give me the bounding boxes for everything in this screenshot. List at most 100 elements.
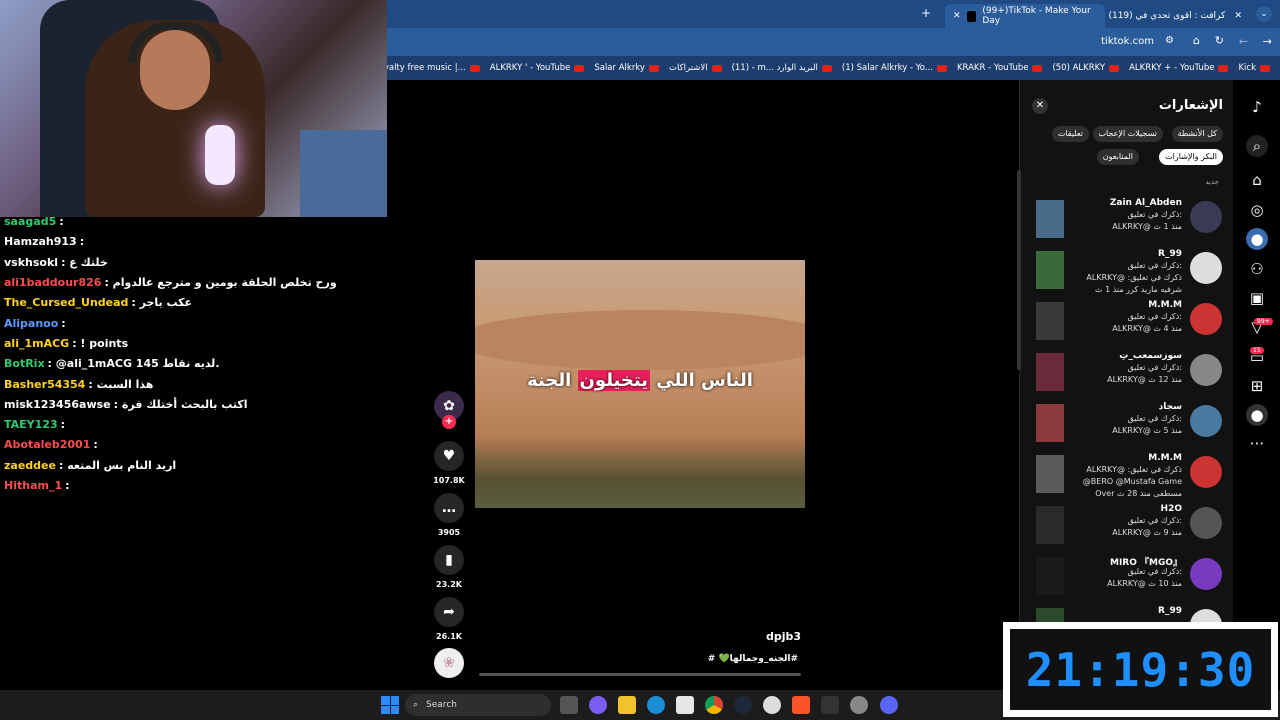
chat-username[interactable]: vskhsokl	[4, 253, 58, 273]
user-avatar[interactable]	[1190, 303, 1222, 335]
close-icon[interactable]: ✕	[1032, 98, 1048, 114]
chat-username[interactable]: zaeddee	[4, 456, 56, 476]
tiktok-logo-icon[interactable]: ♪	[1246, 96, 1268, 118]
home-icon[interactable]: ⌂	[1246, 169, 1268, 191]
user-avatar[interactable]	[1190, 507, 1222, 539]
scrollbar[interactable]	[1017, 170, 1021, 370]
tab-tiktok[interactable]: ✕ (99+)TikTok - Make Your Day	[945, 4, 1105, 28]
user-avatar[interactable]	[1190, 354, 1222, 386]
video-thumbnail[interactable]	[1036, 353, 1064, 391]
filter-mentions[interactable]: البكر والإشارات	[1159, 149, 1223, 165]
discord-icon[interactable]	[880, 696, 898, 714]
home-icon[interactable]: ⌂	[1193, 34, 1200, 47]
like-button[interactable]: ♥ 107.8K	[433, 441, 465, 485]
windows-start-icon[interactable]	[381, 696, 399, 714]
bookmark-item[interactable]: Royalty free music |...	[387, 63, 480, 73]
profile-avatar-icon[interactable]: ●	[1246, 404, 1268, 426]
chat-username[interactable]: ali_1mACG	[4, 334, 69, 354]
user-avatar[interactable]	[1190, 405, 1222, 437]
file-explorer-icon[interactable]	[618, 696, 636, 714]
settings-icon[interactable]	[763, 696, 781, 714]
bookmark-item[interactable]: ALKRKY ' - YouTube	[490, 63, 585, 73]
friends-icon[interactable]: ⚇	[1246, 258, 1268, 280]
chat-username[interactable]: Basher54354	[4, 375, 85, 395]
back-icon[interactable]: ←	[1239, 35, 1248, 48]
chat-username[interactable]: Hamzah913	[4, 232, 77, 252]
chat-username[interactable]: The_Cursed_Undead	[4, 293, 128, 313]
user-avatar[interactable]	[1190, 558, 1222, 590]
close-tab-icon[interactable]: ✕	[953, 11, 961, 21]
app-icon[interactable]	[850, 696, 868, 714]
tiktok-video[interactable]: الناس اللي يتخيلون الجنة	[475, 260, 805, 508]
close-tab-icon[interactable]: ✕	[1234, 11, 1242, 21]
url-text[interactable]: tiktok.com	[1101, 36, 1154, 47]
chrome-icon[interactable]	[705, 696, 723, 714]
more-icon[interactable]: ⋯	[1246, 432, 1268, 454]
bookmark-item[interactable]: (11) - m... البريد الوارد	[732, 63, 832, 73]
copilot-icon[interactable]	[589, 696, 607, 714]
forward-icon[interactable]: →	[1263, 35, 1272, 48]
steam-icon[interactable]	[734, 696, 752, 714]
chat-username[interactable]: TAEY123	[4, 415, 58, 435]
notification-item[interactable]: M.M.M ذكرك في تعليق: ALKRKY@ منذ 4 ث	[1020, 298, 1233, 348]
comment-button[interactable]: … 3905	[433, 493, 465, 537]
music-disc[interactable]: ❀	[433, 648, 465, 678]
notification-item[interactable]: Zain Al_Abden ذكرك في تعليق: ALKRKY@ منذ 1…	[1020, 196, 1233, 246]
filter-likes[interactable]: تسجيلات الإعجاب	[1092, 126, 1163, 142]
bookmark-item[interactable]: Salar Alkrky	[594, 63, 659, 73]
bookmark-item[interactable]: (50) ALKRKY	[1052, 63, 1120, 73]
video-thumbnail[interactable]	[1036, 557, 1064, 595]
tab-search-button[interactable]: ⌄	[1256, 6, 1272, 22]
video-thumbnail[interactable]	[1036, 251, 1064, 289]
task-view-icon[interactable]	[560, 696, 578, 714]
chat-username[interactable]: Abotaleb2001	[4, 435, 90, 455]
notification-item[interactable]: سجاد ذكرك في تعليق: ALKRKY@ منذ 5 ث	[1020, 400, 1233, 450]
video-thumbnail[interactable]	[1036, 506, 1064, 544]
follow-plus-icon[interactable]: +	[442, 415, 456, 429]
notification-item[interactable]: R_99 ذكرك في تعليق: ALKRKY@ :ذكرك في تعليق…	[1020, 247, 1233, 297]
notification-item[interactable]: H2O ذكرك في تعليق: ALKRKY@ منذ 9 ث	[1020, 502, 1233, 552]
video-thumbnail[interactable]	[1036, 200, 1064, 238]
capcut-icon[interactable]	[821, 696, 839, 714]
user-avatar[interactable]	[1190, 456, 1222, 488]
bookmark-item[interactable]: KRAKR - YouTube	[957, 63, 1043, 73]
video-progress-bar[interactable]	[479, 673, 801, 676]
video-thumbnail[interactable]	[1036, 404, 1064, 442]
site-settings-icon[interactable]: ⚙	[1165, 35, 1174, 46]
reload-icon[interactable]: ↻	[1215, 34, 1224, 47]
brave-icon[interactable]	[792, 696, 810, 714]
save-button[interactable]: ▮ 23.2K	[433, 545, 465, 589]
chat-username[interactable]: Alipanoo	[4, 314, 58, 334]
notification-item[interactable]: سوزسمعب_تِ ذكرك في تعليق: ALKRKY@ منذ 12 ث	[1020, 349, 1233, 399]
bookmark-item[interactable]: الاشتراكات	[669, 63, 722, 73]
chat-username[interactable]: ali1baddour826	[4, 273, 101, 293]
video-thumbnail[interactable]	[1036, 302, 1064, 340]
share-button[interactable]: ➦ 26.1K	[433, 597, 465, 641]
filter-all[interactable]: كل الأنشطة	[1171, 126, 1223, 142]
chat-username[interactable]: Hitham_1	[4, 476, 62, 496]
creator-avatar[interactable]: ✿ +	[433, 391, 465, 429]
video-thumbnail[interactable]	[1036, 455, 1064, 493]
following-avatar-icon[interactable]: ●	[1246, 228, 1268, 250]
chat-username[interactable]: BotRix	[4, 354, 45, 374]
explore-icon[interactable]: ◎	[1246, 199, 1268, 221]
bookmark-item[interactable]: Kick	[1238, 63, 1270, 73]
store-icon[interactable]	[676, 696, 694, 714]
notification-item[interactable]: M.M.M ALKRKY@ :ذكرك في تعليق @BERO @Mustaf…	[1020, 451, 1233, 501]
live-icon[interactable]: ▣	[1246, 287, 1268, 309]
search-icon[interactable]: ⌕	[1246, 135, 1268, 157]
edge-icon[interactable]	[647, 696, 665, 714]
tab-youtube[interactable]: (119) ماين كرافت : اقوى تحدي في... ✕	[1084, 4, 1250, 28]
new-tab-button[interactable]: +	[921, 6, 931, 20]
filter-comments[interactable]: تعليقات	[1051, 126, 1089, 142]
user-avatar[interactable]	[1190, 252, 1222, 284]
bookmark-item[interactable]: ALKRKY + - YouTube	[1129, 63, 1229, 73]
bookmark-item[interactable]: (1) Salar Alkrky - Yo...	[842, 63, 947, 73]
filter-followers[interactable]: المتابعون	[1096, 149, 1139, 165]
taskbar-search[interactable]: ⌕ Search	[405, 694, 551, 716]
user-avatar[interactable]	[1190, 201, 1222, 233]
notification-item[interactable]: MIRO 『MGO』 ذكرك في تعليق: ALKRKY@ منذ 10 ث	[1020, 553, 1233, 603]
video-author[interactable]: dpjb3	[766, 630, 801, 643]
video-hashtag[interactable]: #الجنه_وجمالها💚 #	[690, 654, 798, 664]
upload-icon[interactable]: ⊞	[1246, 375, 1268, 397]
